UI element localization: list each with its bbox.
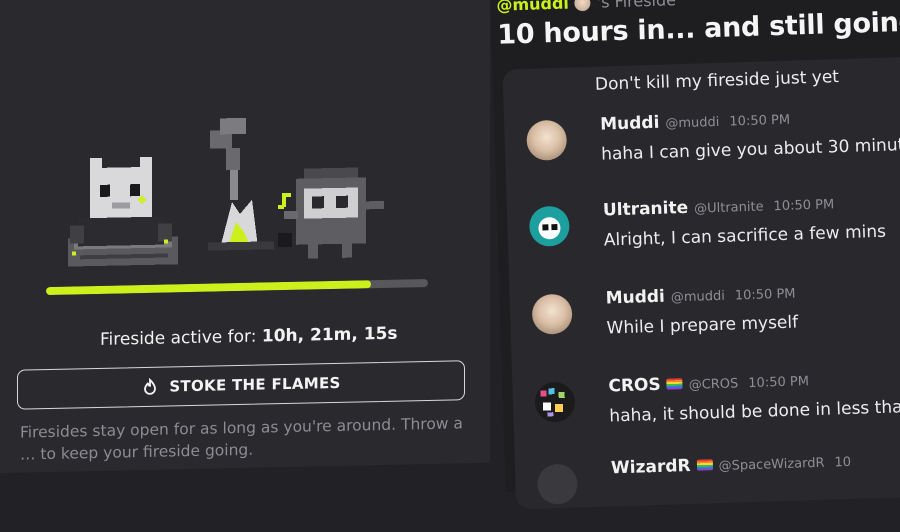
ultranite-avatar[interactable]: [528, 205, 571, 247]
fireside-scene-illustration: [68, 117, 384, 267]
message-handle: @CROS: [688, 376, 739, 393]
fireside-timer: Fireside active for: 10h, 21m, 15s: [100, 324, 398, 350]
timer-value: 10h, 21m, 15s: [261, 323, 398, 347]
cat-character-sprite: [68, 156, 178, 267]
message-time: 10:50 PM: [729, 112, 791, 130]
stoke-button-label: STOKE THE FLAMES: [169, 373, 341, 396]
message-handle: @muddi: [670, 288, 726, 306]
rainbow-flag-icon: [696, 459, 713, 471]
message-handle: @muddi: [665, 114, 720, 132]
owner-mini-avatar: [574, 0, 592, 11]
rainbow-flag-icon: [666, 378, 683, 390]
message-author[interactable]: CROS: [608, 375, 661, 397]
message-text: Alright, I can sacrifice a few mins: [603, 221, 887, 251]
list-item: CROS @CROS 10:50 PM haha, it should be d…: [534, 366, 900, 449]
owner-handle-link[interactable]: @muddi: [496, 0, 569, 15]
owner-handle-suffix: 's Fireside: [596, 0, 677, 12]
list-item: Ultranite @Ultranite 10:50 PM Alright, I…: [528, 190, 900, 273]
message-text: haha, it should be done in less than: [609, 396, 900, 427]
message-time: 10:50 PM: [748, 374, 810, 392]
fireside-panel: Fireside active for: 10h, 21m, 15s STOKE…: [0, 0, 490, 474]
message-text: haha I can give you about 30 minutes: [600, 134, 900, 165]
fireside-help-text: Firesides stay open for as long as you'r…: [20, 414, 463, 464]
muddi-avatar[interactable]: [531, 293, 573, 335]
campfire-sprite: [204, 117, 278, 257]
timer-label: Fireside active for:: [100, 326, 257, 350]
boombox-character-sprite: [278, 167, 384, 259]
chat-panel: @muddi 's Fireside 10 hours in... and st…: [490, 0, 900, 510]
message-handle: @Ultranite: [693, 199, 764, 217]
spacewizard-avatar[interactable]: [536, 463, 579, 505]
message-author[interactable]: Muddi: [600, 113, 660, 135]
message-time: 10:50 PM: [734, 286, 796, 304]
message-author[interactable]: Ultranite: [603, 198, 689, 221]
flame-icon: [141, 377, 159, 396]
stoke-the-flames-button[interactable]: STOKE THE FLAMES: [17, 360, 465, 410]
list-item: Muddi @muddi 10:50 PM haha I can give yo…: [526, 104, 900, 187]
list-item: WizardR @SpaceWizardR 10: [536, 448, 900, 531]
chat-message-list[interactable]: Don't kill my fireside just yet Muddi @m…: [502, 56, 900, 510]
fireside-owner-row: @muddi 's Fireside: [496, 0, 676, 15]
muddi-avatar[interactable]: [526, 119, 568, 161]
previous-message-text: Don't kill my fireside just yet: [594, 67, 840, 95]
message-text: While I prepare myself: [606, 312, 799, 339]
cros-avatar[interactable]: [534, 381, 576, 423]
list-item: Muddi @muddi 10:50 PM While I prepare my…: [531, 278, 900, 361]
message-author[interactable]: Muddi: [605, 287, 665, 309]
message-handle: @SpaceWizardR: [718, 455, 825, 475]
message-time: 10:50 PM: [773, 197, 835, 215]
message-time: 10: [834, 454, 852, 471]
message-author[interactable]: WizardR: [611, 456, 691, 478]
